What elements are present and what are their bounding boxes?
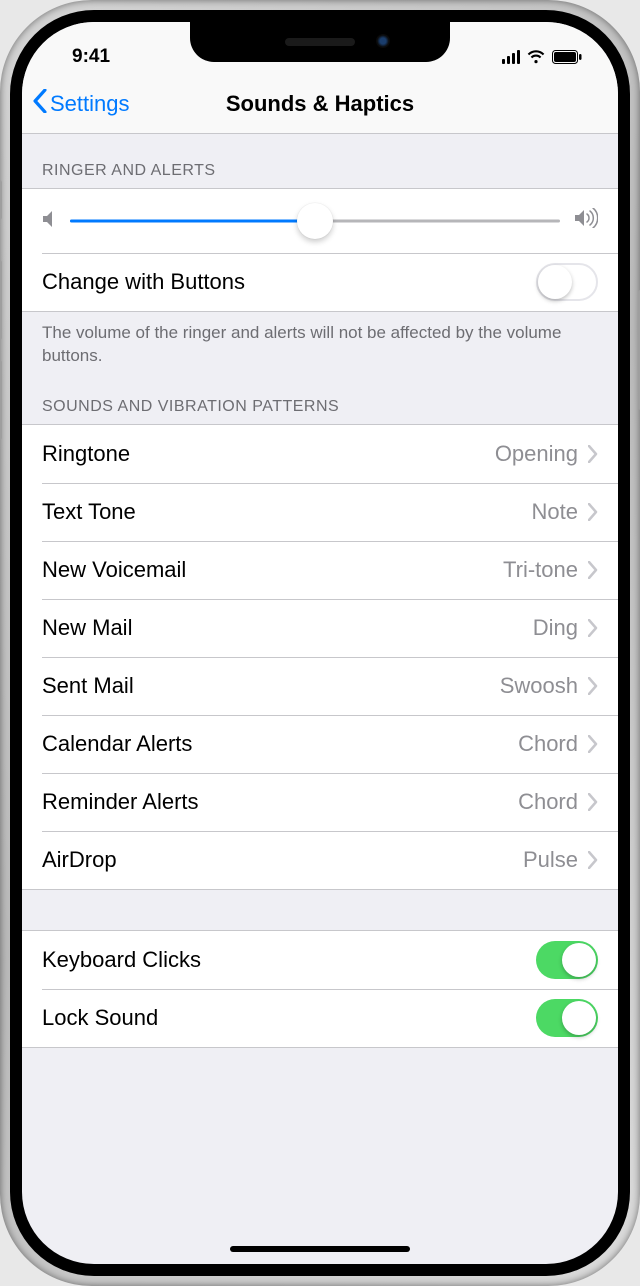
back-label: Settings xyxy=(50,91,130,117)
chevron-right-icon xyxy=(588,445,598,463)
status-indicators xyxy=(502,50,588,64)
ringer-group: Change with Buttons xyxy=(22,188,618,312)
home-indicator[interactable] xyxy=(230,1246,410,1252)
volume-slider[interactable] xyxy=(70,206,560,236)
sound-row-value: Opening xyxy=(495,441,578,467)
sound-row[interactable]: Ringtone Opening xyxy=(22,425,618,483)
section-footer-ringer: The volume of the ringer and alerts will… xyxy=(22,312,618,380)
change-with-buttons-row[interactable]: Change with Buttons xyxy=(22,253,618,311)
sound-row-label: Text Tone xyxy=(42,499,136,525)
sound-row-label: Ringtone xyxy=(42,441,130,467)
chevron-right-icon xyxy=(588,561,598,579)
device-notch xyxy=(190,22,450,62)
chevron-right-icon xyxy=(588,735,598,753)
chevron-left-icon xyxy=(32,89,48,119)
section-header-ringer: Ringer and Alerts xyxy=(22,134,618,188)
system-sound-label: Lock Sound xyxy=(42,1005,158,1031)
sound-row-label: Reminder Alerts xyxy=(42,789,199,815)
chevron-right-icon xyxy=(588,851,598,869)
change-with-buttons-label: Change with Buttons xyxy=(42,269,245,295)
sound-row-label: Sent Mail xyxy=(42,673,134,699)
sound-row-value: Chord xyxy=(518,731,578,757)
sound-row-value: Note xyxy=(532,499,578,525)
page-title: Sounds & Haptics xyxy=(226,91,414,117)
speaker-high-icon xyxy=(574,208,598,234)
chevron-right-icon xyxy=(588,503,598,521)
wifi-icon xyxy=(526,50,546,64)
patterns-group: Ringtone Opening Text Tone Note New Voicemai… xyxy=(22,424,618,890)
navigation-bar: Settings Sounds & Haptics xyxy=(22,74,618,134)
sound-row[interactable]: AirDrop Pulse xyxy=(22,831,618,889)
system-sound-toggle[interactable] xyxy=(536,941,598,979)
back-button[interactable]: Settings xyxy=(32,74,130,134)
system-sound-row[interactable]: Lock Sound xyxy=(22,989,618,1047)
battery-icon xyxy=(552,50,582,64)
chevron-right-icon xyxy=(588,677,598,695)
cellular-signal-icon xyxy=(502,50,520,64)
chevron-right-icon xyxy=(588,619,598,637)
sound-row[interactable]: Calendar Alerts Chord xyxy=(22,715,618,773)
change-with-buttons-toggle[interactable] xyxy=(536,263,598,301)
volume-slider-row xyxy=(22,189,618,253)
status-time: 9:41 xyxy=(52,46,110,68)
sound-row-value: Swoosh xyxy=(500,673,578,699)
sound-row-value: Chord xyxy=(518,789,578,815)
sound-row-value: Pulse xyxy=(523,847,578,873)
sound-row[interactable]: New Voicemail Tri-tone xyxy=(22,541,618,599)
section-header-patterns: Sounds and Vibration Patterns xyxy=(22,380,618,424)
system-sound-label: Keyboard Clicks xyxy=(42,947,201,973)
system-sound-row[interactable]: Keyboard Clicks xyxy=(22,931,618,989)
sound-row-label: Calendar Alerts xyxy=(42,731,192,757)
system-sounds-group: Keyboard Clicks Lock Sound xyxy=(22,930,618,1048)
sound-row-label: New Voicemail xyxy=(42,557,186,583)
sound-row[interactable]: New Mail Ding xyxy=(22,599,618,657)
sound-row[interactable]: Sent Mail Swoosh xyxy=(22,657,618,715)
sound-row-value: Tri-tone xyxy=(503,557,578,583)
system-sound-toggle[interactable] xyxy=(536,999,598,1037)
chevron-right-icon xyxy=(588,793,598,811)
sound-row-label: AirDrop xyxy=(42,847,117,873)
sound-row[interactable]: Reminder Alerts Chord xyxy=(22,773,618,831)
sound-row-value: Ding xyxy=(533,615,578,641)
sound-row[interactable]: Text Tone Note xyxy=(22,483,618,541)
speaker-low-icon xyxy=(42,208,56,234)
sound-row-label: New Mail xyxy=(42,615,132,641)
